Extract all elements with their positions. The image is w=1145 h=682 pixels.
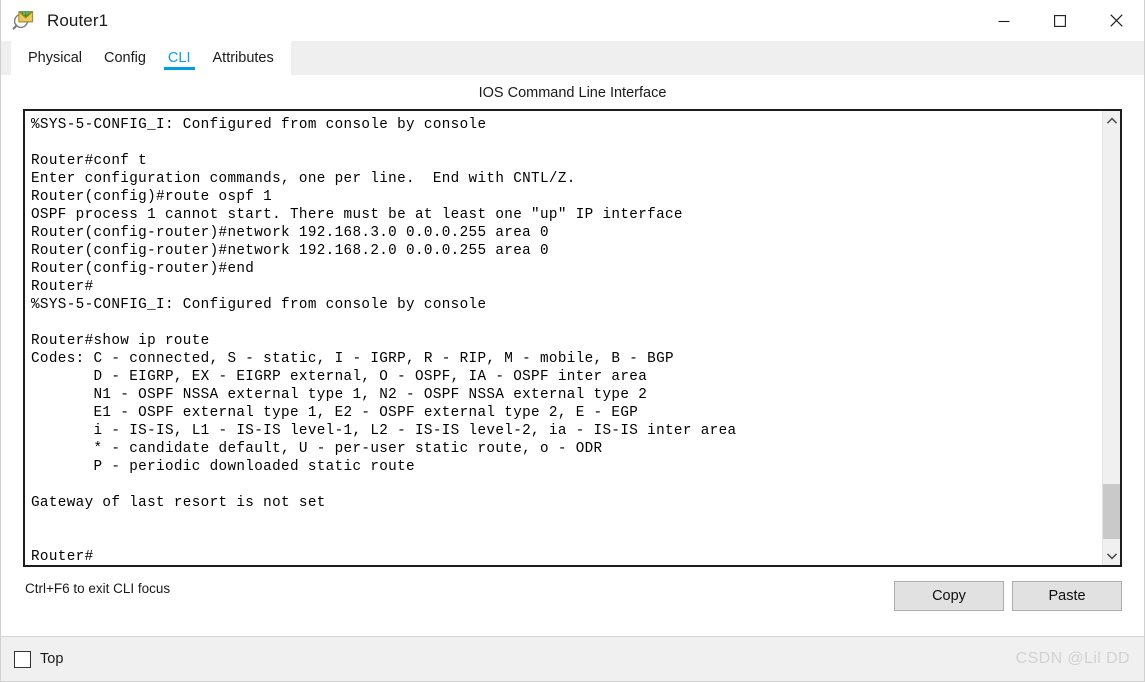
watermark-text: CSDN @Lil DD [1015,650,1130,667]
packet-tracer-magnifier-icon [12,8,38,34]
top-checkbox-label: Top [40,651,64,667]
tab-config[interactable]: Config [93,41,157,75]
terminal-line: Router(config-router)#network 192.168.3.… [31,225,549,241]
top-checkbox-wrapper[interactable]: Top [14,650,64,668]
router-cli-window: Router1 Physical Config CLI Attributes I… [0,0,1145,682]
terminal-line: P - periodic downloaded static route [31,459,415,475]
tab-cli-label: CLI [167,50,191,66]
terminal-line: Router(config-router)#network 192.168.2.… [31,243,549,259]
window-controls [976,0,1144,41]
terminal-scrollbar[interactable] [1102,111,1120,565]
scrollbar-down-button[interactable] [1103,547,1120,565]
terminal-line: Router# [31,549,94,565]
terminal-line: N1 - OSPF NSSA external type 1, N2 - OSP… [31,387,648,403]
scrollbar-thumb[interactable] [1103,484,1120,539]
terminal-line: Router# [31,279,94,295]
terminal-line: E1 - OSPF external type 1, E2 - OSPF ext… [31,405,639,421]
window-title: Router1 [47,10,109,30]
maximize-icon [1054,14,1066,27]
tabs-container: Physical Config CLI Attributes [11,41,291,75]
tab-cli[interactable]: CLI [157,41,202,75]
terminal-line: Router(config-router)#end [31,261,255,277]
tab-physical[interactable]: Physical [17,41,93,75]
cli-focus-hint: Ctrl+F6 to exit CLI focus [25,581,171,596]
terminal-line: * - candidate default, U - per-user stat… [31,441,603,457]
cli-header-title: IOS Command Line Interface [478,85,667,101]
tab-config-label: Config [104,50,146,66]
terminal-line: OSPF process 1 cannot start. There must … [31,207,683,223]
terminal-line: D - EIGRP, EX - EIGRP external, O - OSPF… [31,369,648,385]
tab-attributes-label: Attributes [212,50,274,66]
scrollbar-track[interactable] [1103,129,1120,547]
terminal-line: Router(config)#route ospf 1 [31,189,273,205]
chevron-down-icon [1106,552,1117,559]
title-bar: Router1 [1,0,1144,41]
scrollbar-up-button[interactable] [1103,111,1120,129]
terminal-line: Gateway of last resort is not set [31,495,326,511]
cli-footer: Ctrl+F6 to exit CLI focus Copy Paste [1,567,1144,636]
top-checkbox[interactable] [14,650,31,668]
terminal-line: Enter configuration commands, one per li… [31,171,576,187]
terminal-output[interactable]: %SYS-5-CONFIG_I: Configured from console… [25,111,1102,565]
terminal-line: Router#conf t [31,153,148,169]
cli-panel: IOS Command Line Interface %SYS-5-CONFIG… [1,75,1144,636]
terminal-line: i - IS-IS, L1 - IS-IS level-1, L2 - IS-I… [31,423,737,439]
close-icon [1109,14,1123,27]
tab-strip: Physical Config CLI Attributes [1,41,1144,75]
paste-button[interactable]: Paste [1012,581,1122,611]
minimize-icon [998,20,1010,22]
chevron-up-icon [1106,117,1117,124]
minimize-button[interactable] [976,0,1032,41]
terminal-line: Router#show ip route [31,333,210,349]
tab-attributes[interactable]: Attributes [202,41,285,75]
tab-physical-label: Physical [28,50,82,66]
cli-action-buttons: Copy Paste [894,581,1122,611]
status-bar: Top CSDN @Lil DD [1,636,1144,681]
terminal-container: %SYS-5-CONFIG_I: Configured from console… [23,109,1122,567]
close-button[interactable] [1088,0,1144,41]
terminal-line: %SYS-5-CONFIG_I: Configured from console… [31,297,487,313]
copy-button[interactable]: Copy [894,581,1004,611]
terminal-line: %SYS-5-CONFIG_I: Configured from console… [31,117,487,133]
terminal-line: Codes: C - connected, S - static, I - IG… [31,351,674,367]
maximize-button[interactable] [1032,0,1088,41]
